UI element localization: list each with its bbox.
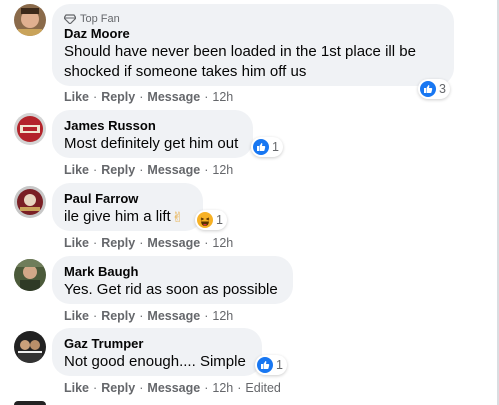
avatar[interactable]	[14, 113, 46, 145]
thumbs-up-icon	[420, 81, 436, 97]
message-button[interactable]: Message	[147, 89, 200, 105]
comment-bubble: Gaz Trumper Not good enough.... Simple	[52, 328, 262, 376]
timestamp[interactable]: 12h	[212, 380, 233, 396]
thumbs-up-icon	[257, 357, 273, 373]
comment-bubble: Paul Farrow ile give him a lift ✌	[52, 183, 203, 231]
top-fan-badge: Top Fan	[64, 12, 442, 26]
comment-bubble: James Russon Most definitely get him out	[52, 110, 253, 158]
comment-text: Yes. Get rid as soon as possible	[64, 281, 278, 298]
reply-button[interactable]: Reply	[101, 235, 135, 251]
timestamp[interactable]: 12h	[212, 162, 233, 178]
laughing-face-icon	[197, 212, 213, 228]
reply-button[interactable]: Reply	[101, 89, 135, 105]
comment-text: ile give him a lift ✌	[64, 208, 184, 225]
comment-actions: Like · Reply · Message · 12h	[64, 235, 234, 251]
commenter-name[interactable]: Mark Baugh	[64, 264, 281, 280]
comment-text: Should have never been loaded in the 1st…	[64, 43, 416, 80]
like-button[interactable]: Like	[64, 162, 89, 178]
comment-actions: Like · Reply · Message · 12h	[64, 162, 234, 178]
message-button[interactable]: Message	[147, 162, 200, 178]
reaction-count[interactable]: 1	[255, 355, 287, 375]
victory-hand-emoji: ✌	[171, 209, 184, 225]
thumbs-up-icon	[253, 139, 269, 155]
timestamp[interactable]: 12h	[212, 235, 233, 251]
commenter-name[interactable]: Daz Moore	[64, 26, 442, 42]
comment-bubble: Mark Baugh Yes. Get rid as soon as possi…	[52, 256, 293, 304]
comment-actions: Like · Reply · Message · 12h · Edited	[64, 380, 281, 396]
comment-actions: Like · Reply · Message · 12h	[64, 89, 234, 105]
diamond-icon	[64, 14, 76, 24]
comment-text: Not good enough.... Simple	[64, 353, 246, 370]
commenter-name[interactable]: Gaz Trumper	[64, 336, 250, 352]
comment-bubble: Top Fan Daz Moore Should have never been…	[52, 4, 454, 86]
edited-label[interactable]: Edited	[245, 380, 280, 396]
like-button[interactable]: Like	[64, 89, 89, 105]
message-button[interactable]: Message	[147, 380, 200, 396]
timestamp[interactable]: 12h	[212, 308, 233, 324]
avatar[interactable]	[14, 186, 46, 218]
reply-button[interactable]: Reply	[101, 162, 135, 178]
commenter-name[interactable]: James Russon	[64, 118, 241, 134]
avatar[interactable]	[14, 331, 46, 363]
message-button[interactable]: Message	[147, 235, 200, 251]
like-button[interactable]: Like	[64, 235, 89, 251]
reply-button[interactable]: Reply	[101, 380, 135, 396]
avatar[interactable]	[14, 401, 46, 405]
like-button[interactable]: Like	[64, 308, 89, 324]
avatar[interactable]	[14, 4, 46, 36]
like-button[interactable]: Like	[64, 380, 89, 396]
reaction-count[interactable]: 3	[418, 79, 450, 99]
reply-button[interactable]: Reply	[101, 308, 135, 324]
timestamp[interactable]: 12h	[212, 89, 233, 105]
comment-text: Most definitely get him out	[64, 135, 239, 152]
reaction-count[interactable]: 1	[251, 137, 283, 157]
message-button[interactable]: Message	[147, 308, 200, 324]
avatar[interactable]	[14, 259, 46, 291]
reaction-count[interactable]: 1	[195, 210, 227, 230]
comment-actions: Like · Reply · Message · 12h	[64, 308, 234, 324]
commenter-name[interactable]: Paul Farrow	[64, 191, 191, 207]
